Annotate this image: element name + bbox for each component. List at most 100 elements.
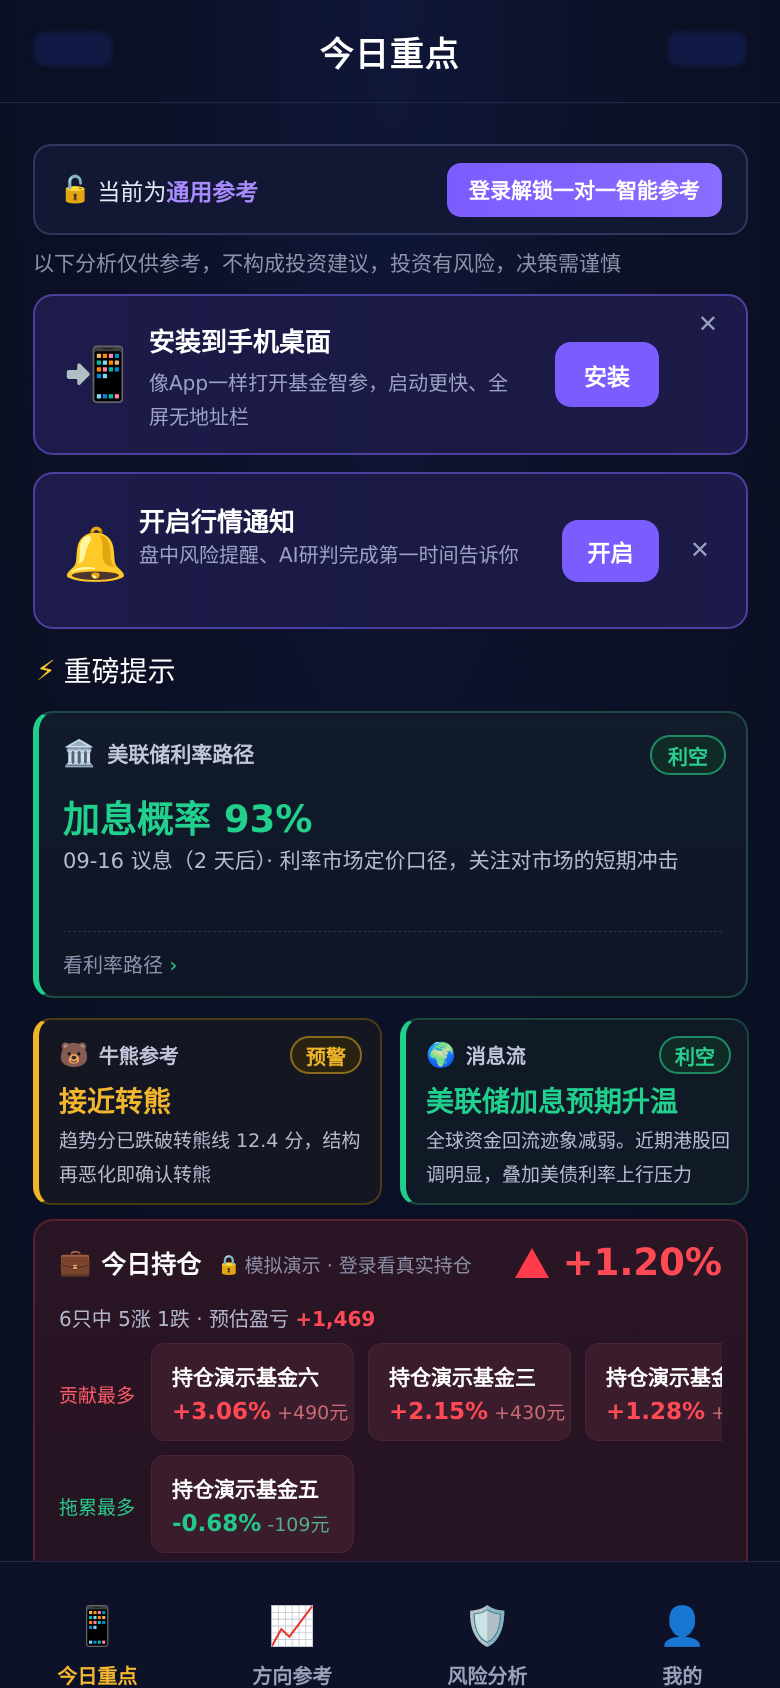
access-status-bar: 🔓 当前为 通用参考 登录解锁一对一智能参考 — [33, 144, 748, 235]
lock-icon: 🔒 — [217, 1254, 241, 1276]
tab-label: 方向参考 — [252, 1664, 333, 1688]
fund-chip[interactable]: 持仓演示基金六 +3.06% +490元 — [151, 1343, 354, 1441]
warning-badge: 预警 — [290, 1036, 362, 1074]
fund-name: 持仓演示基金六 — [172, 1366, 319, 1390]
header-left-placeholder — [34, 32, 112, 66]
bank-icon: 🏛️ — [63, 739, 96, 769]
chevron-right-icon: › — [169, 953, 178, 977]
close-icon[interactable]: ✕ — [690, 536, 710, 564]
phone-icon: 📱 — [73, 1604, 122, 1648]
notify-card-desc: 盘中风险提醒、AI研判完成第一时间告诉你 — [139, 543, 519, 567]
tab-label: 我的 — [662, 1664, 703, 1688]
phone-install-icon: 📲 — [63, 345, 128, 405]
fund-chip[interactable]: 持仓演示基金三 +2.15% +430元 — [368, 1343, 571, 1441]
install-card-title: 安装到手机桌面 — [149, 328, 332, 358]
daily-change-value: +1.20% — [562, 1241, 722, 1284]
tab-label: 风险分析 — [447, 1664, 528, 1688]
install-card-desc: 像App一样打开基金智参，启动更快、全屏无地址栏 — [149, 371, 509, 429]
lightning-icon: ⚡ — [36, 653, 56, 687]
tab-label: 今日重点 — [57, 1664, 138, 1688]
briefcase-icon: 💼 — [59, 1248, 92, 1278]
top-contributors-row: 持仓演示基金六 +3.06% +490元 持仓演示基金三 +2.15% +430元 … — [151, 1343, 722, 1443]
fund-change-amount: +490元 — [277, 1402, 349, 1424]
enable-notify-button[interactable]: 开启 — [562, 520, 659, 582]
news-desc: 全球资金回流迹象减弱。近期港股回调明显，叠加美债利率上行压力 — [426, 1130, 731, 1186]
up-triangle-icon — [514, 1247, 549, 1278]
tab-direction[interactable]: 📈 方向参考 — [195, 1562, 390, 1688]
bear-icon: 🐻 — [59, 1040, 89, 1069]
shield-icon: 🛡️ — [463, 1604, 512, 1648]
bearish-badge: 利空 — [659, 1036, 731, 1074]
fund-change-amount: -109元 — [267, 1514, 330, 1536]
news-category-label: 消息流 — [465, 1044, 526, 1068]
unlock-icon: 🔓 — [59, 174, 92, 205]
login-unlock-button[interactable]: 登录解锁一对一智能参考 — [447, 162, 722, 217]
fund-name: 持仓演示基金一 — [606, 1366, 722, 1390]
risk-disclaimer: 以下分析仅供参考，不构成投资建议，投资有风险，决策需谨慎 — [33, 252, 621, 276]
rate-path-link[interactable]: 看利率路径 › — [63, 949, 177, 978]
install-button[interactable]: 安装 — [555, 342, 659, 407]
fund-change-pct: +3.06% — [172, 1399, 272, 1425]
section-title: ⚡ 重磅提示 — [36, 650, 176, 690]
bull-bear-desc: 趋势分已跌破转熊线 12.4 分，结构再恶化即确认转熊 — [59, 1130, 361, 1186]
bull-bear-card[interactable]: 🐻 牛熊参考 预警 接近转熊 趋势分已跌破转熊线 12.4 分，结构再恶化即确认… — [33, 1018, 382, 1205]
fund-change: -0.68% -109元 — [172, 1510, 329, 1537]
estimated-pnl: +1,469 — [295, 1307, 376, 1331]
fund-change-amount: +380元 — [711, 1402, 722, 1424]
fund-change-pct: -0.68% — [172, 1511, 262, 1537]
alert-category: 🏛️ 美联储利率路径 — [63, 739, 254, 769]
news-title: 美联储加息预期升温 — [426, 1085, 679, 1118]
close-icon[interactable]: ✕ — [698, 310, 718, 338]
news-category: 🌍 消息流 — [426, 1040, 526, 1069]
page: 今日重点 🔓 当前为 通用参考 登录解锁一对一智能参考 以下分析仅供参考，不构成… — [0, 0, 780, 1688]
top-bar: 今日重点 — [0, 0, 780, 103]
trend-chart-icon: 📈 — [268, 1604, 317, 1648]
tab-today[interactable]: 📱 今日重点 — [0, 1562, 195, 1688]
top-detractors-row: 持仓演示基金五 -0.68% -109元 — [151, 1455, 722, 1555]
fund-change-pct: +1.28% — [606, 1399, 706, 1425]
alert-headline: 加息概率 93% — [63, 798, 313, 841]
holdings-title-text: 今日持仓 — [101, 1250, 202, 1279]
bull-bear-title: 接近转熊 — [59, 1085, 172, 1118]
divider — [63, 931, 722, 932]
header-right-placeholder — [668, 32, 746, 66]
bottom-tab-bar: 📱 今日重点 📈 方向参考 🛡️ 风险分析 👤 我的 — [0, 1561, 780, 1688]
holdings-summary-text: 6只中 5涨 1跌 · 预估盈亏 — [59, 1307, 289, 1331]
top-contributors-label: 贡献最多 — [59, 1385, 136, 1407]
fund-name: 持仓演示基金五 — [172, 1478, 319, 1502]
bearish-badge: 利空 — [650, 735, 726, 775]
fund-name: 持仓演示基金三 — [389, 1366, 536, 1390]
install-card: 📲 安装到手机桌面 像App一样打开基金智参，启动更快、全屏无地址栏 安装 ✕ — [33, 294, 748, 455]
fund-change-amount: +430元 — [494, 1402, 566, 1424]
holdings-summary: 6只中 5涨 1跌 · 预估盈亏 +1,469 — [59, 1303, 375, 1332]
status-mode: 通用参考 — [166, 179, 259, 206]
bull-bear-category-label: 牛熊参考 — [98, 1044, 179, 1068]
fed-rate-alert-card[interactable]: 🏛️ 美联储利率路径 利空 加息概率 93% 09-16 议息（2 天后）· 利… — [33, 711, 748, 998]
fund-change-pct: +2.15% — [389, 1399, 489, 1425]
notify-card: 🔔 开启行情通知 盘中风险提醒、AI研判完成第一时间告诉你 开启 ✕ — [33, 472, 748, 629]
demo-notice[interactable]: 🔒 模拟演示 · 登录看真实持仓 — [217, 1251, 472, 1278]
section-title-text: 重磅提示 — [63, 655, 176, 688]
fund-change: +1.28% +380元 — [606, 1398, 722, 1425]
alert-category-label: 美联储利率路径 — [107, 743, 255, 767]
fund-chip[interactable]: 持仓演示基金一 +1.28% +380元 — [585, 1343, 722, 1441]
globe-icon: 🌍 — [426, 1040, 456, 1069]
alert-description: 09-16 议息（2 天后）· 利率市场定价口径，关注对市场的短期冲击 — [63, 849, 679, 873]
page-title: 今日重点 — [320, 34, 460, 75]
bull-bear-category: 🐻 牛熊参考 — [59, 1040, 179, 1069]
fund-change: +2.15% +430元 — [389, 1398, 565, 1425]
tab-risk[interactable]: 🛡️ 风险分析 — [390, 1562, 585, 1688]
status-prefix: 当前为 — [97, 179, 167, 206]
fund-change: +3.06% +490元 — [172, 1398, 348, 1425]
notify-card-title: 开启行情通知 — [139, 508, 296, 538]
rate-path-link-text: 看利率路径 — [63, 953, 163, 977]
holdings-title: 💼 今日持仓 — [59, 1245, 201, 1281]
user-icon: 👤 — [658, 1604, 707, 1648]
top-detractors-label: 拖累最多 — [59, 1497, 136, 1519]
daily-change: +1.20% — [514, 1241, 722, 1284]
demo-notice-text: 模拟演示 · 登录看真实持仓 — [244, 1255, 472, 1277]
news-feed-card[interactable]: 🌍 消息流 利空 美联储加息预期升温 全球资金回流迹象减弱。近期港股回调明显，叠… — [400, 1018, 749, 1205]
tab-profile[interactable]: 👤 我的 — [585, 1562, 780, 1688]
bell-icon: 🔔 — [63, 525, 128, 585]
fund-chip[interactable]: 持仓演示基金五 -0.68% -109元 — [151, 1455, 354, 1553]
